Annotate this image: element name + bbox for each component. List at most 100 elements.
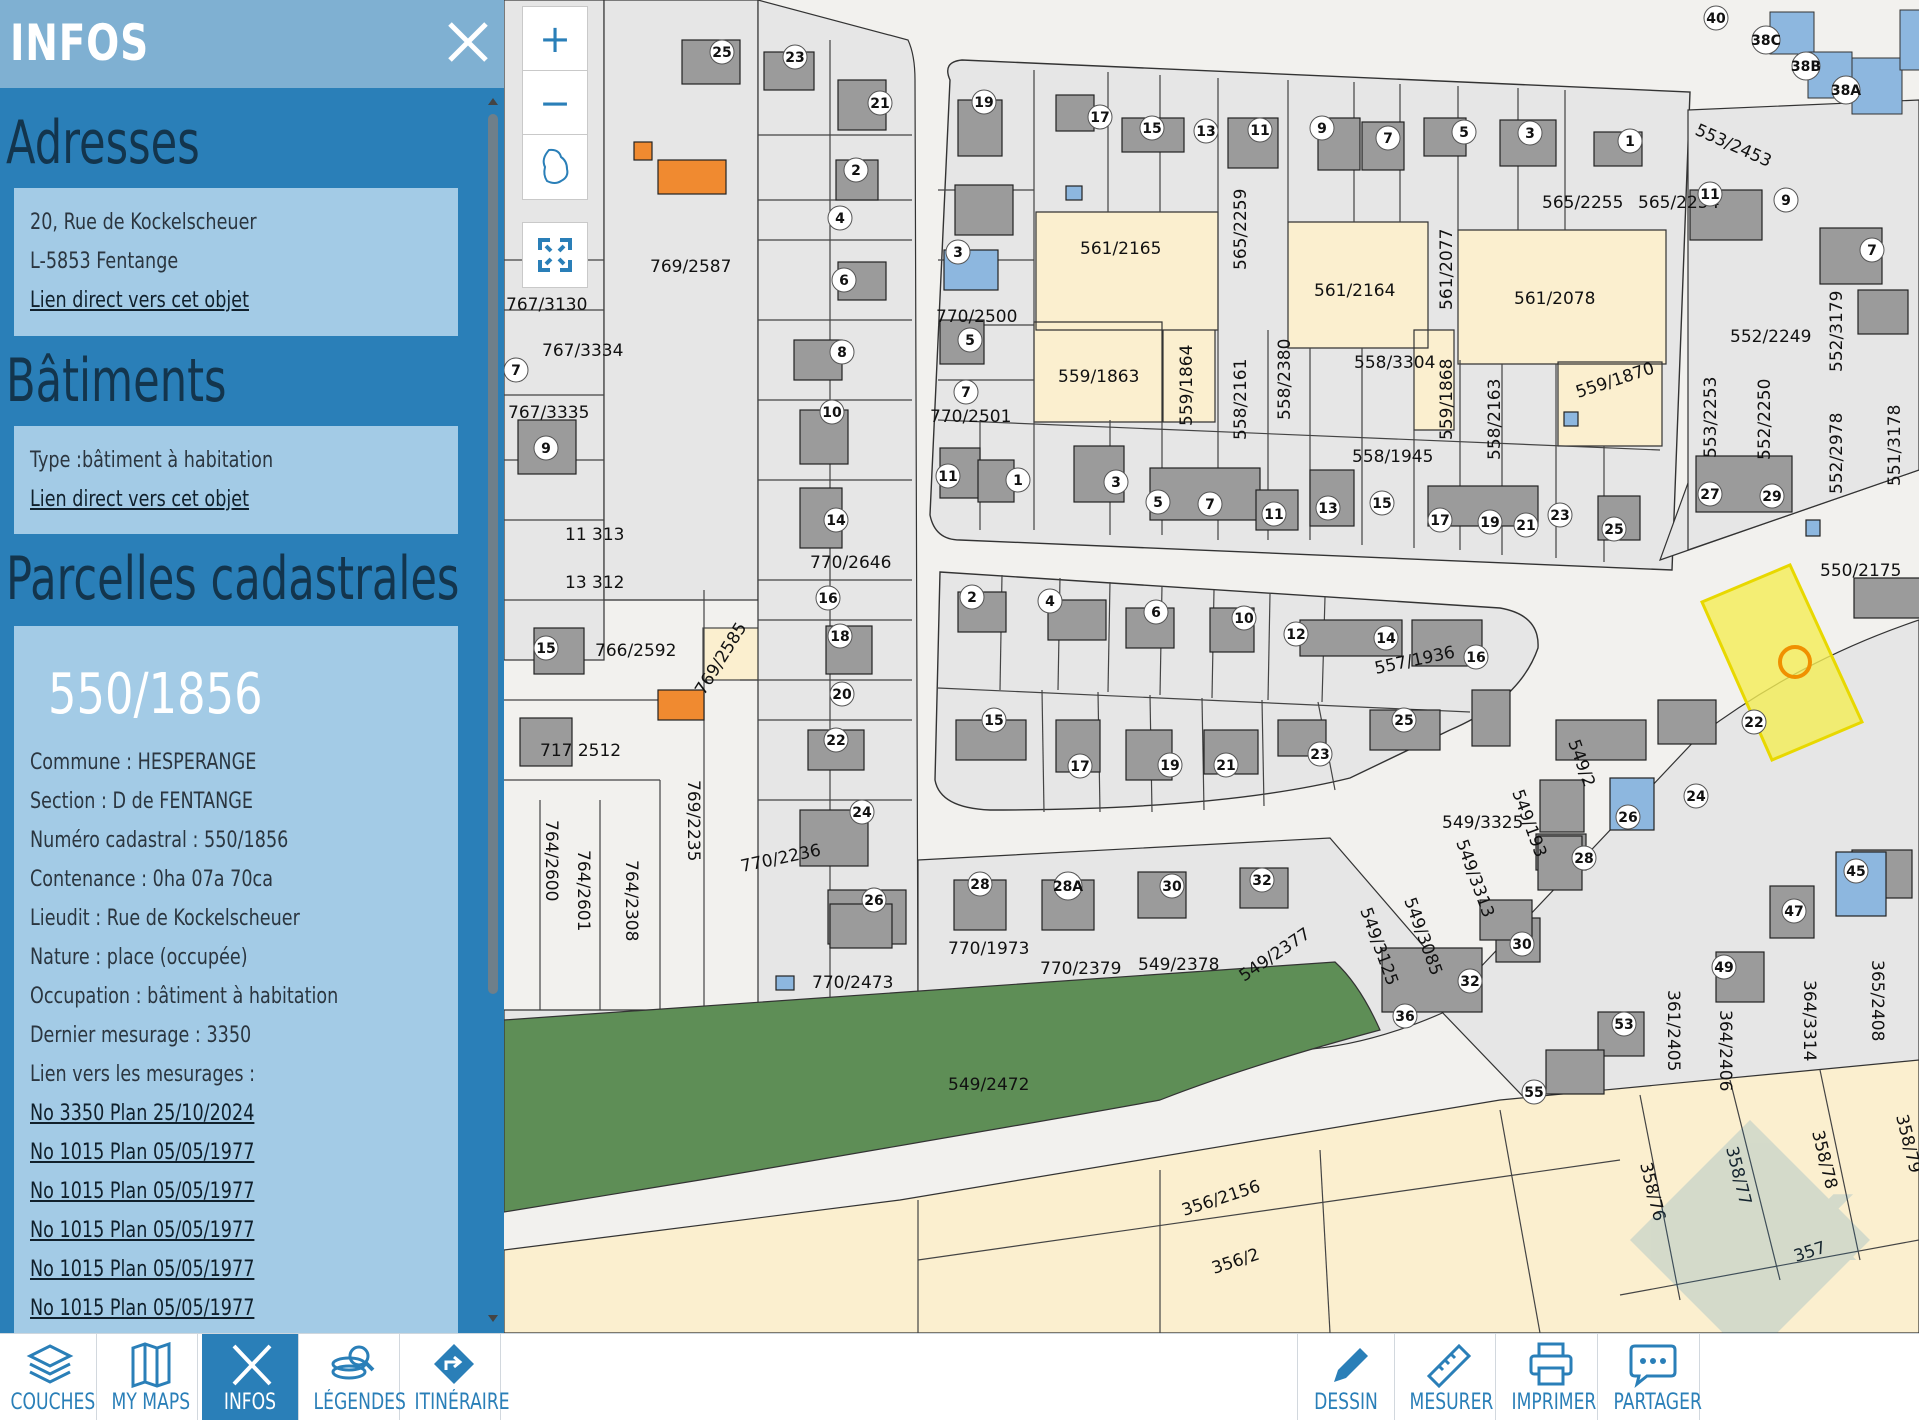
svg-text:16: 16 [1466, 650, 1485, 666]
svg-text:15: 15 [1372, 496, 1391, 512]
building-type: Type :bâtiment à habitation [30, 448, 274, 473]
svg-text:553/2253: 553/2253 [1701, 377, 1721, 458]
parcel-number: 550/1856 [48, 662, 263, 727]
pencil-icon [1334, 1348, 1368, 1382]
svg-text:14: 14 [1376, 631, 1396, 647]
zoom-out-button[interactable]: − [522, 70, 588, 136]
svg-text:28A: 28A [1053, 879, 1083, 895]
svg-text:552/2978: 552/2978 [1827, 413, 1847, 494]
svg-text:40: 40 [1706, 11, 1726, 27]
svg-text:28: 28 [970, 877, 989, 893]
svg-text:7: 7 [1383, 131, 1393, 147]
map-canvas[interactable]: 769/2587 561/2165 561/2164 561/2078 565/… [504, 0, 1919, 1333]
mesurage-link[interactable]: No 1015 Plan 05/05/1977 [30, 1140, 254, 1165]
svg-text:767/3334: 767/3334 [542, 341, 623, 361]
svg-text:11: 11 [1250, 123, 1269, 139]
svg-text:361/2405: 361/2405 [1663, 990, 1683, 1071]
zoom-in-button[interactable]: + [522, 6, 588, 72]
svg-text:558/1945: 558/1945 [1352, 447, 1433, 467]
svg-text:17: 17 [1090, 110, 1109, 126]
svg-text:552/3179: 552/3179 [1827, 291, 1847, 372]
svg-text:15: 15 [984, 713, 1003, 729]
svg-text:27: 27 [1700, 487, 1719, 503]
batiments-card: Type :bâtiment à habitation Lien direct … [14, 426, 458, 534]
svg-text:9: 9 [1317, 121, 1327, 137]
svg-text:3: 3 [1111, 475, 1121, 491]
svg-text:551/3178: 551/3178 [1885, 405, 1905, 486]
adresses-card: 20, Rue de Kockelscheuer L-5853 Fentange… [14, 188, 458, 336]
svg-text:26: 26 [1618, 810, 1637, 826]
imprimer-label: IMPRIMER [1511, 1390, 1597, 1415]
parcel-field: Lien vers les mesurages : [30, 1062, 256, 1087]
legendes-label: LÉGENDES [313, 1390, 406, 1415]
scroll-down-arrow[interactable] [488, 1315, 498, 1322]
svg-text:561/2165: 561/2165 [1080, 239, 1161, 259]
map-icon [131, 1342, 171, 1388]
svg-text:25: 25 [712, 45, 731, 61]
svg-text:13: 13 [1196, 124, 1215, 140]
address-city: L-5853 Fentange [30, 249, 179, 274]
close-icon[interactable] [440, 14, 496, 70]
cadastral-map: 769/2587 561/2165 561/2164 561/2078 565/… [504, 0, 1919, 1333]
couches-button[interactable]: COUCHES [0, 1334, 97, 1420]
partager-label: PARTAGER [1613, 1390, 1702, 1415]
mesurer-label: MESURER [1409, 1390, 1494, 1415]
fullscreen-icon [538, 238, 572, 272]
svg-text:767/3335: 767/3335 [508, 403, 589, 423]
svg-text:549/2378: 549/2378 [1138, 955, 1219, 975]
svg-text:49: 49 [1714, 960, 1733, 976]
bottom-toolbar: COUCHES MY MAPS INFOS LÉGENDES ITINÉRAIR… [0, 1333, 1919, 1422]
svg-text:559/1864: 559/1864 [1177, 345, 1197, 426]
infos-label: INFOS [223, 1390, 277, 1415]
itineraire-button[interactable]: ITINÉRAIRE [404, 1334, 510, 1420]
parcel-field: Contenance : 0ha 07a 70ca [30, 867, 274, 892]
svg-text:11: 11 [938, 469, 957, 485]
svg-text:10: 10 [1234, 611, 1254, 627]
mesurage-link[interactable]: No 1015 Plan 05/05/1977 [30, 1179, 254, 1204]
mesurage-link[interactable]: No 3350 Plan 25/10/2024 [30, 1101, 254, 1126]
svg-text:13 312: 13 312 [565, 573, 624, 593]
legendes-button[interactable]: LÉGENDES [303, 1334, 406, 1420]
panel-scrollbar[interactable] [484, 92, 502, 1332]
fullscreen-button[interactable] [522, 222, 588, 288]
svg-text:32: 32 [1252, 873, 1271, 889]
svg-text:23: 23 [785, 50, 804, 66]
route-icon [434, 1344, 474, 1384]
svg-text:769/2235: 769/2235 [683, 780, 703, 861]
address-direct-link[interactable]: Lien direct vers cet objet [30, 288, 249, 313]
svg-text:GK: GK [1710, 1177, 1857, 1282]
svg-text:15: 15 [536, 641, 555, 657]
svg-text:38A: 38A [1831, 83, 1861, 99]
mesurage-link[interactable]: No 1015 Plan 05/05/1977 [30, 1257, 254, 1282]
scroll-thumb[interactable] [488, 114, 498, 994]
dessin-button[interactable]: DESSIN [1297, 1334, 1395, 1420]
address-street: 20, Rue de Kockelscheuer [30, 210, 257, 235]
luxembourg-icon [542, 148, 569, 184]
my-maps-button[interactable]: MY MAPS [101, 1334, 198, 1420]
svg-text:364/2406: 364/2406 [1715, 1010, 1735, 1091]
mesurage-link[interactable]: No 1015 Plan 05/05/1977 [30, 1218, 254, 1243]
svg-text:7: 7 [1205, 497, 1215, 513]
scroll-up-arrow[interactable] [488, 98, 498, 105]
svg-text:9: 9 [541, 441, 551, 457]
partager-button[interactable]: PARTAGER [1603, 1334, 1702, 1420]
svg-text:38B: 38B [1791, 59, 1821, 75]
svg-text:770/2379: 770/2379 [1040, 959, 1121, 979]
svg-text:17: 17 [1430, 513, 1449, 529]
parcel-field: Section : D de FENTANGE [30, 789, 254, 814]
country-extent-button[interactable] [522, 134, 588, 200]
imprimer-button[interactable]: IMPRIMER [1501, 1334, 1598, 1420]
svg-text:45: 45 [1846, 864, 1865, 880]
building-direct-link[interactable]: Lien direct vers cet objet [30, 487, 249, 512]
mesurer-button[interactable]: MESURER [1399, 1334, 1496, 1420]
infos-button[interactable]: INFOS [202, 1334, 299, 1420]
svg-text:21: 21 [1216, 758, 1235, 774]
svg-text:5: 5 [1459, 125, 1469, 141]
panel-header: INFOS [0, 0, 504, 88]
svg-text:28: 28 [1574, 851, 1593, 867]
svg-text:552/2250: 552/2250 [1755, 379, 1775, 460]
share-icon [1629, 1344, 1677, 1388]
svg-text:770/2473: 770/2473 [812, 973, 893, 993]
mesurage-link[interactable]: No 1015 Plan 05/05/1977 [30, 1296, 254, 1321]
svg-text:25: 25 [1394, 713, 1413, 729]
